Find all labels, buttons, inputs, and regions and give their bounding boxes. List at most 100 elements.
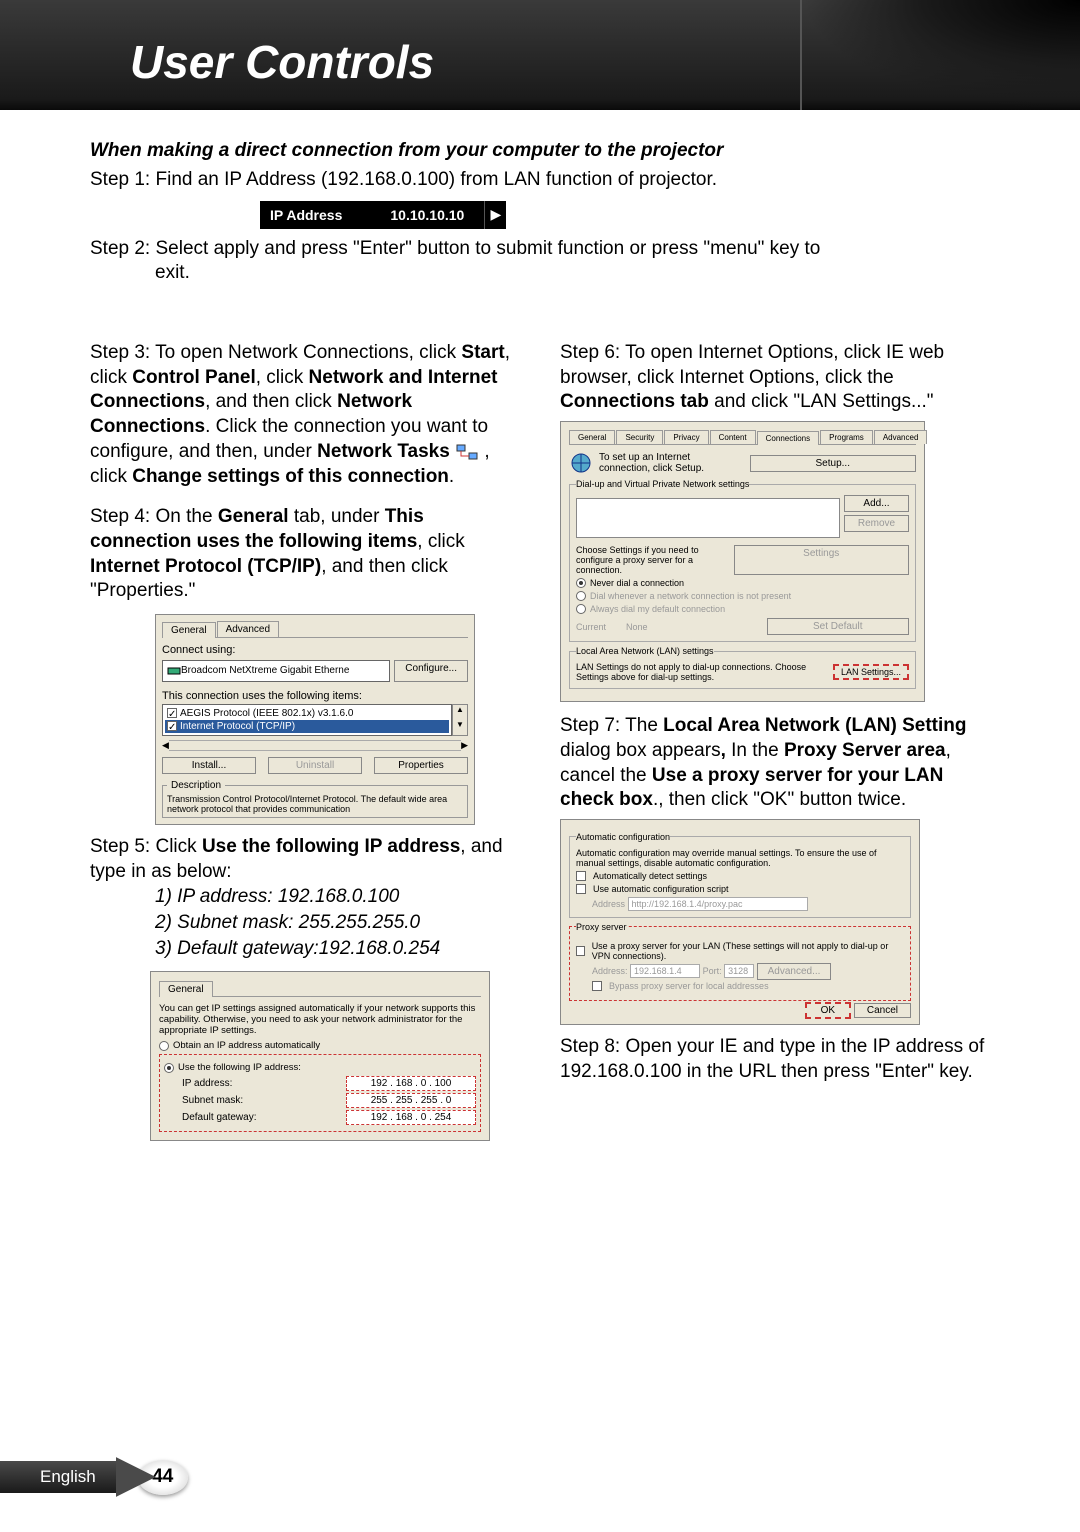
list-item: ✓AEGIS Protocol (IEEE 802.1x) v3.1.6.0 <box>165 707 449 720</box>
current-label: Current <box>576 622 606 632</box>
ip-dialog-note: You can get IP settings assigned automat… <box>159 1003 481 1036</box>
dialup-list[interactable] <box>576 498 840 538</box>
tab-item[interactable]: Privacy <box>664 430 708 444</box>
auto-config-legend: Automatic configuration <box>576 832 670 842</box>
items-label: This connection uses the following items… <box>162 690 468 702</box>
proxy-addr-input[interactable]: 192.168.1.4 <box>630 964 700 978</box>
scroll-down-icon[interactable]: ▼ <box>453 720 467 735</box>
step-6: Step 6: To open Internet Options, click … <box>560 341 990 415</box>
internet-options-dialog: General Security Privacy Content Connect… <box>560 421 925 702</box>
current-value: None <box>626 622 747 632</box>
step-8: Step 8: Open your IE and type in the IP … <box>560 1035 990 1084</box>
step-4: Step 4: On the General tab, under This c… <box>90 505 520 604</box>
scroll-right-icon[interactable]: ▶ <box>461 740 468 751</box>
radio-always: Always dial my default connection <box>576 604 909 614</box>
step-3: Step 3: To open Network Connections, cli… <box>90 341 520 489</box>
items-list[interactable]: ✓AEGIS Protocol (IEEE 802.1x) v3.1.6.0 ✓… <box>162 704 452 736</box>
step-2-line2: exit. <box>90 261 990 286</box>
tab-advanced[interactable]: Advanced <box>217 621 279 637</box>
footer-language: English <box>0 1461 118 1493</box>
tab-item[interactable]: Advanced <box>874 430 928 444</box>
connection-properties-dialog: General Advanced Connect using: Broadcom… <box>155 614 475 825</box>
scroll-left-icon[interactable]: ◀ <box>162 740 169 751</box>
tab-general[interactable]: General <box>162 622 216 638</box>
gateway-input[interactable]: 192 . 168 . 0 . 254 <box>346 1110 476 1125</box>
radio-dial-when: Dial whenever a network connection is no… <box>576 591 909 601</box>
tab-item[interactable]: Programs <box>820 430 873 444</box>
add-button[interactable]: Add... <box>844 495 909 512</box>
connect-using-label: Connect using: <box>162 644 468 656</box>
tab-general-ip[interactable]: General <box>159 981 213 997</box>
step-2-line1: Step 2: Select apply and press "Enter" b… <box>90 237 990 262</box>
install-button[interactable]: Install... <box>162 757 256 774</box>
advanced-button[interactable]: Advanced... <box>757 963 832 980</box>
content-area: When making a direct connection from you… <box>0 110 1080 1161</box>
list-item-selected: ✓Internet Protocol (TCP/IP) <box>165 720 449 733</box>
uninstall-button[interactable]: Uninstall <box>268 757 362 774</box>
proxy-addr-label: Address: <box>592 966 628 976</box>
settings-button[interactable]: Settings <box>734 545 910 575</box>
lan-text: LAN Settings do not apply to dial-up con… <box>576 662 829 682</box>
description-legend: Description <box>167 780 225 791</box>
configure-button[interactable]: Configure... <box>394 660 468 682</box>
script-addr-label: Address <box>592 899 625 909</box>
ip-settings-dialog: General You can get IP settings assigned… <box>150 971 490 1141</box>
description-fieldset: Description Transmission Control Protoco… <box>162 780 468 818</box>
two-column-layout: Step 3: To open Network Connections, cli… <box>90 341 990 1141</box>
intro-heading: When making a direct connection from you… <box>90 140 990 162</box>
lan-settings-button[interactable]: LAN Settings... <box>833 664 909 680</box>
step-1: Step 1: Find an IP Address (192.168.0.10… <box>90 168 990 193</box>
properties-button[interactable]: Properties <box>374 757 468 774</box>
subnet-input[interactable]: 255 . 255 . 255 . 0 <box>346 1093 476 1108</box>
setup-button[interactable]: Setup... <box>750 455 917 472</box>
globe-icon <box>569 451 593 475</box>
header-decoration <box>800 0 1080 110</box>
cb-use-proxy[interactable]: Use a proxy server for your LAN (These s… <box>576 941 904 961</box>
cb-auto-detect[interactable]: Automatically detect settings <box>576 871 904 881</box>
dialog-tabs: General Advanced <box>162 621 468 638</box>
cb-bypass: Bypass proxy server for local addresses <box>592 981 904 991</box>
proxy-port-label: Port: <box>703 966 722 976</box>
tab-item[interactable]: General <box>569 430 615 444</box>
lan-legend: Local Area Network (LAN) settings <box>576 646 714 656</box>
radio-auto[interactable]: Obtain an IP address automatically <box>159 1040 481 1051</box>
gateway-label: Default gateway: <box>182 1112 346 1123</box>
script-addr-input[interactable]: http://192.168.1.4/proxy.pac <box>628 897 808 911</box>
tab-item[interactable]: Security <box>616 430 663 444</box>
radio-never[interactable]: Never dial a connection <box>576 578 909 588</box>
dialog-button-row: Install... Uninstall Properties <box>162 757 468 774</box>
cancel-button[interactable]: Cancel <box>854 1003 911 1018</box>
left-column: Step 3: To open Network Connections, cli… <box>90 341 520 1141</box>
ok-button[interactable]: OK <box>805 1002 851 1019</box>
remove-button[interactable]: Remove <box>844 515 909 532</box>
page-footer: English 44 <box>0 1457 188 1497</box>
scroll-up-icon[interactable]: ▲ <box>453 705 467 720</box>
proxy-legend: Proxy server <box>576 922 627 932</box>
ip-addr-label: IP address: <box>182 1078 346 1089</box>
adapter-name: Broadcom NetXtreme Gigabit Etherne <box>181 665 349 676</box>
description-text: Transmission Control Protocol/Internet P… <box>167 794 447 814</box>
auto-config-text: Automatic configuration may override man… <box>576 848 904 868</box>
page-header: User Controls <box>0 0 1080 110</box>
ip-address-input[interactable]: 192 . 168 . 0 . 100 <box>346 1076 476 1091</box>
ip-bar-label: IP Address <box>260 207 370 223</box>
step-5-sub1: 1) IP address: 192.168.0.100 <box>90 884 520 910</box>
step-5: Step 5: Click Use the following IP addre… <box>90 835 520 884</box>
setup-text: To set up an Internet connection, click … <box>599 452 744 474</box>
step-5-sub3: 3) Default gateway:192.168.0.254 <box>90 936 520 962</box>
right-column: Step 6: To open Internet Options, click … <box>560 341 990 1141</box>
choose-text: Choose Settings if you need to configure… <box>576 545 730 575</box>
step-5-sub2: 2) Subnet mask: 255.255.255.0 <box>90 910 520 936</box>
tab-connections[interactable]: Connections <box>757 431 819 445</box>
set-default-button[interactable]: Set Default <box>767 618 910 635</box>
radio-manual[interactable]: Use the following IP address: <box>164 1062 476 1073</box>
ip-address-bar: IP Address 10.10.10.10 ▶ <box>260 201 506 229</box>
cb-auto-script[interactable]: Use automatic configuration script <box>576 884 904 894</box>
step-7: Step 7: The Local Area Network (LAN) Set… <box>560 714 990 813</box>
tab-item[interactable]: Content <box>710 430 756 444</box>
ip-bar-value: 10.10.10.10 <box>370 207 484 223</box>
lan-settings-dialog: Automatic configuration Automatic config… <box>560 819 920 1025</box>
dialup-legend: Dial-up and Virtual Private Network sett… <box>576 479 749 489</box>
arrow-right-icon[interactable]: ▶ <box>484 201 506 229</box>
proxy-port-input[interactable]: 3128 <box>724 964 754 978</box>
